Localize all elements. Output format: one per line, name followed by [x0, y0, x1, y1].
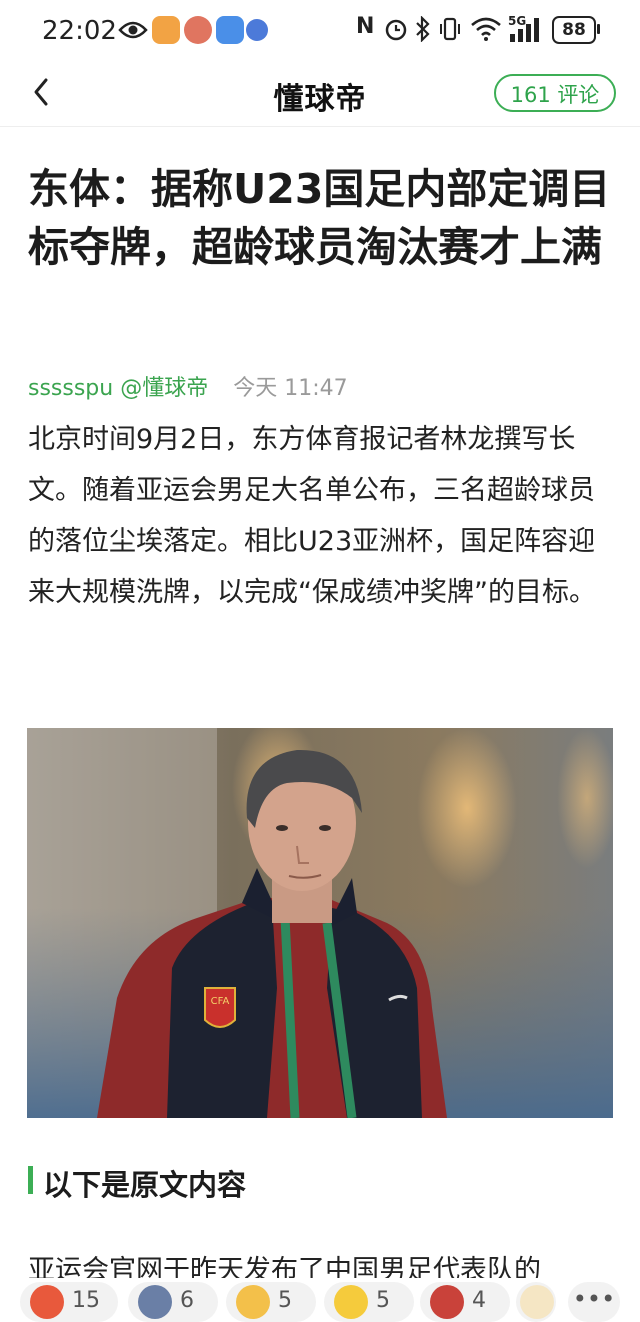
reaction-laugh-cry[interactable]: 5	[324, 1282, 414, 1322]
wifi-icon	[471, 17, 501, 41]
article-headline: 东体：据称U23国足内部定调目标夺牌，超龄球员淘汰赛才上满	[28, 165, 611, 271]
reaction-count: 4	[472, 1288, 486, 1313]
party-emoji-icon	[236, 1285, 270, 1319]
reaction-count: 15	[72, 1288, 100, 1313]
status-bar: 22:02 N 5G 88	[0, 0, 640, 60]
battery-level: 88	[552, 16, 596, 44]
shield-app-icon	[184, 16, 212, 44]
alarm-icon	[385, 19, 407, 41]
reaction-partial[interactable]	[516, 1282, 556, 1322]
cfa-badge-text: CFA	[211, 996, 230, 1007]
author-link[interactable]: ssssspu @懂球帝	[28, 376, 208, 401]
angry-face-emoji-icon	[430, 1285, 464, 1319]
reaction-party[interactable]: 5	[226, 1282, 316, 1322]
reaction-angry-face[interactable]: 4	[420, 1282, 510, 1322]
section-accent-bar	[28, 1166, 33, 1194]
reaction-count: 5	[376, 1288, 390, 1313]
comments-button[interactable]: 161 评论	[494, 74, 616, 112]
bluetooth-icon	[416, 16, 430, 42]
signal-icon	[510, 18, 539, 42]
compass-app-icon	[246, 19, 268, 41]
section-title: 以下是原文内容	[43, 1168, 247, 1202]
vibrate-icon	[440, 17, 460, 41]
reaction-face[interactable]: 6	[128, 1282, 218, 1322]
nfc-icon: N	[356, 14, 375, 39]
status-time: 22:02	[42, 16, 117, 46]
reaction-clap[interactable]: 15	[20, 1282, 118, 1322]
article-paragraph: 北京时间9月2日，东方体育报记者林龙撰写长文。随着亚运会男足大名单公布，三名超龄…	[28, 424, 596, 608]
clap-emoji-icon	[30, 1285, 64, 1319]
reaction-count: 5	[278, 1288, 292, 1313]
eye-icon	[118, 21, 148, 39]
nav-bar: 懂球帝 161 评论	[0, 60, 640, 127]
article-photo[interactable]: CFA	[27, 728, 613, 1118]
face-emoji-icon	[138, 1285, 172, 1319]
emoji-icon	[520, 1285, 554, 1319]
video-app-icon	[216, 16, 244, 44]
battery-cap	[597, 24, 600, 34]
more-reactions-button[interactable]: •••	[568, 1282, 620, 1322]
article-meta: ssssspu @懂球帝 今天 11:47	[28, 370, 348, 402]
publish-time: 今天 11:47	[233, 376, 348, 401]
coach-photo-illustration: CFA	[27, 728, 613, 1118]
heart-app-icon	[152, 16, 180, 44]
reaction-count: 6	[180, 1288, 194, 1313]
laugh-cry-emoji-icon	[334, 1285, 368, 1319]
reaction-bar: 15 6 5 5 4 •••	[0, 1278, 640, 1322]
